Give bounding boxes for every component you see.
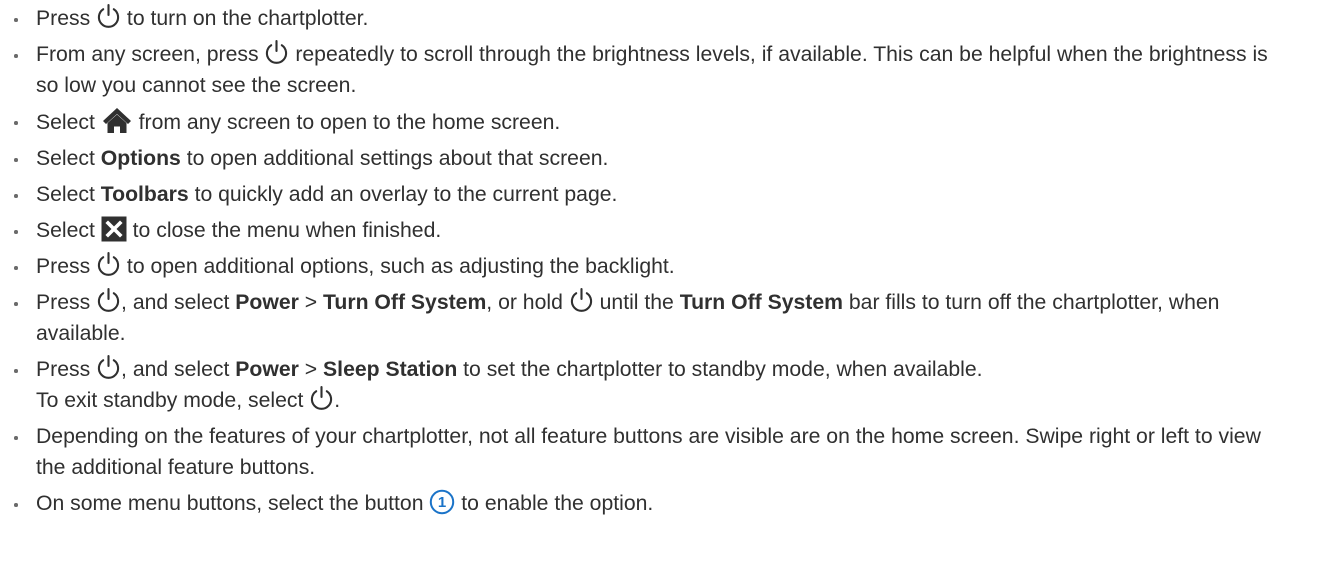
power-icon (96, 251, 121, 278)
list-item: Select Options to open additional settin… (0, 143, 1270, 174)
home-icon (101, 106, 133, 134)
options-label: Options (100, 147, 181, 170)
toolbars-label: Toolbars (100, 183, 189, 206)
power-icon (264, 39, 289, 66)
list-item: Select from any screen to open to the ho… (0, 106, 1270, 138)
list-item: On some menu buttons, select the button … (0, 488, 1270, 519)
list-item: Select Toolbars to quickly add an overla… (0, 179, 1270, 210)
turn-off-system-bar-label: Turn Off System (679, 291, 843, 314)
standby-exit-note: To exit standby mode, select . (36, 385, 1270, 416)
list-item: Depending on the features of your chartp… (0, 421, 1270, 483)
power-icon (569, 287, 594, 314)
power-icon (309, 385, 334, 412)
list-item: Press , and select Power > Sleep Station… (0, 354, 1270, 416)
instruction-list: Press to turn on the chartplotter. From … (0, 0, 1317, 519)
power-label: Power (235, 358, 299, 381)
turn-off-system-label: Turn Off System (323, 291, 487, 314)
list-item: Press , and select Power > Turn Off Syst… (0, 287, 1270, 349)
sleep-station-label: Sleep Station (323, 358, 458, 381)
list-item: Press to turn on the chartplotter. (0, 3, 1270, 34)
callout-number: 1 (438, 494, 446, 511)
list-item: Select to close the menu when finished. (0, 215, 1270, 246)
power-icon (96, 287, 121, 314)
callout-number-icon: 1 (429, 489, 455, 515)
power-icon (96, 354, 121, 381)
close-icon (101, 216, 127, 242)
list-item: From any screen, press repeatedly to scr… (0, 39, 1270, 101)
list-item: Press to open additional options, such a… (0, 251, 1270, 282)
power-icon (96, 3, 121, 30)
power-label: Power (235, 291, 299, 314)
